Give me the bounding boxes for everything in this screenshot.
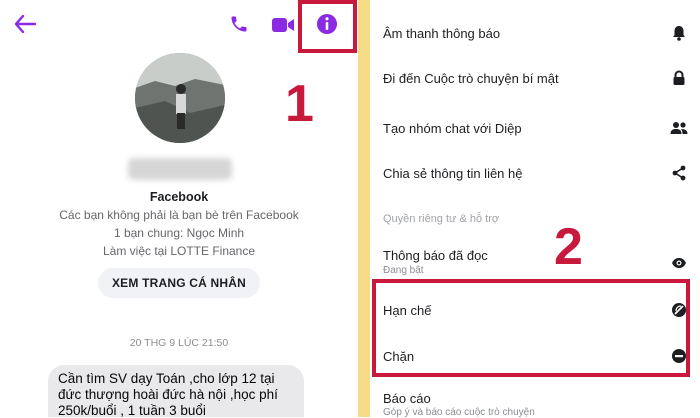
row-report[interactable]: Báo cáo Góp ý và báo cáo cuộc trò chuyện: [370, 380, 700, 418]
message-line: Cần tìm SV dạy Toán ,cho lớp 12 tại: [58, 371, 275, 386]
profile-source: Facebook: [149, 190, 209, 204]
not-friends-text: Các bạn không phải là bạn bè trên Facebo…: [59, 208, 299, 222]
row-read-receipts[interactable]: Thông báo đã đọc Đang bật: [370, 240, 700, 278]
row-label: Chia sẻ thông tin liên hệ: [383, 166, 523, 181]
view-profile-button[interactable]: XEM TRANG CÁ NHÂN: [98, 268, 260, 298]
row-secret-conversation[interactable]: Đi đến Cuộc trò chuyện bí mật: [370, 66, 700, 110]
row-label: Tạo nhóm chat với Diệp: [383, 121, 522, 136]
eye-icon: [670, 254, 688, 272]
annotation-number-2: 2: [554, 218, 583, 276]
work-text: Làm việc tại LOTTE Finance: [102, 244, 256, 258]
phone-icon[interactable]: [226, 11, 252, 37]
chat-profile-pane: Facebook Các bạn không phải là bạn bè tr…: [0, 0, 358, 417]
row-notification-sound[interactable]: Âm thanh thông báo: [370, 0, 700, 66]
info-highlight-box: [298, 0, 357, 53]
restrict-block-highlight-box: [372, 279, 690, 377]
row-label: Âm thanh thông báo: [383, 26, 501, 41]
section-header-privacy: Quyền riêng tư & hỗ trợ: [383, 213, 500, 225]
bell-icon: [670, 24, 688, 42]
row-sublabel: Đang bật: [383, 265, 424, 276]
row-label: Báo cáo: [383, 391, 431, 406]
row-label: Đi đến Cuộc trò chuyện bí mật: [383, 71, 559, 86]
blurred-name: [128, 158, 232, 180]
back-arrow-icon[interactable]: [8, 9, 42, 39]
row-label: Thông báo đã đọc: [383, 248, 488, 263]
message-timestamp: 20 THG 9 LÚC 21:50: [129, 337, 229, 349]
avatar: [135, 53, 225, 143]
message-line: đức thượng hoài đức hà nội ,học phí: [58, 387, 278, 402]
lock-icon: [670, 69, 688, 87]
row-sublabel: Góp ý và báo cáo cuộc trò chuyện: [383, 407, 535, 418]
row-create-group[interactable]: Tạo nhóm chat với Diệp: [370, 110, 700, 154]
mutual-friends-text: 1 bạn chung: Ngọc Minh: [113, 226, 245, 240]
share-icon: [670, 164, 688, 182]
message-bubble[interactable]: Cần tìm SV dạy Toán ,cho lớp 12 tại đức …: [48, 365, 304, 417]
annotation-number-1: 1: [285, 75, 314, 133]
row-share-contact[interactable]: Chia sẻ thông tin liên hệ: [370, 154, 700, 198]
pane-divider: [358, 0, 370, 417]
group-icon: [670, 119, 688, 137]
message-line: 250k/buổi , 1 tuần 3 buổi: [58, 403, 206, 417]
video-icon[interactable]: [270, 13, 296, 37]
